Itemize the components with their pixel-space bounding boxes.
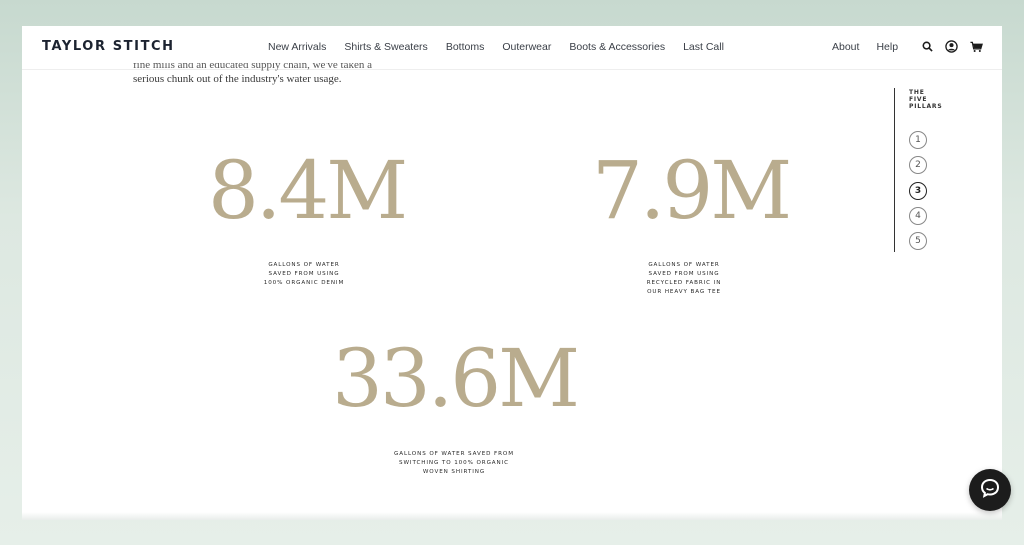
stat-value-organic-denim: 8.4M — [208, 144, 408, 237]
header-icons — [922, 40, 983, 53]
stat-label-line: GALLONS OF WATER — [268, 262, 340, 268]
nav-last-call[interactable]: Last Call — [683, 41, 724, 53]
pillar-5-button[interactable]: 5 — [909, 232, 927, 250]
search-icon[interactable] — [922, 41, 933, 52]
utility-nav: About Help — [832, 41, 898, 53]
chat-button[interactable] — [969, 469, 1011, 511]
nav-new-arrivals[interactable]: New Arrivals — [268, 41, 326, 53]
page: TAYLOR STITCH New Arrivals Shirts & Swea… — [22, 26, 1002, 520]
pillars-title-line: THE — [909, 89, 925, 96]
stat-label-line: WOVEN SHIRTING — [422, 469, 486, 475]
stat-label-woven-shirting: GALLONS OF WATER SAVED FROM SWITCHING TO… — [384, 450, 524, 477]
nav-shirts-sweaters[interactable]: Shirts & Sweaters — [344, 41, 427, 53]
intro-line: serious chunk out of the industry's wate… — [133, 73, 342, 85]
five-pillars-nav: THE FIVE PILLARS 1 2 3 4 5 — [894, 88, 954, 252]
chat-bubble-icon — [979, 477, 1001, 504]
stat-label-line: 100% ORGANIC DENIM — [263, 280, 345, 286]
pillar-1-button[interactable]: 1 — [909, 131, 927, 149]
stat-value-recycled-tee: 7.9M — [592, 144, 792, 237]
pillars-title-line: FIVE — [909, 96, 928, 103]
stat-label-recycled-tee: GALLONS OF WATER SAVED FROM USING RECYCL… — [614, 261, 754, 297]
cart-icon[interactable] — [970, 41, 983, 53]
stat-label-line: RECYCLED FABRIC IN — [646, 280, 722, 286]
stat-value-woven-shirting: 33.6M — [332, 332, 580, 425]
pillar-2-button[interactable]: 2 — [909, 156, 927, 174]
five-pillars-title: THE FIVE PILLARS — [909, 89, 942, 110]
main-nav: New Arrivals Shirts & Sweaters Bottoms O… — [268, 41, 724, 53]
pillar-4-button[interactable]: 4 — [909, 207, 927, 225]
nav-bottoms[interactable]: Bottoms — [446, 41, 485, 53]
nav-boots-accessories[interactable]: Boots & Accessories — [569, 41, 665, 53]
brand-logo[interactable]: TAYLOR STITCH — [42, 39, 175, 54]
stat-label-line: GALLONS OF WATER SAVED FROM — [394, 451, 514, 457]
intro-text: fine mills and an educated supply chain,… — [133, 63, 433, 88]
account-icon[interactable] — [945, 40, 958, 53]
stat-label-line: OUR HEAVY BAG TEE — [647, 289, 721, 295]
stat-label-line: SAVED FROM USING — [648, 271, 720, 277]
stat-label-line: SAVED FROM USING — [268, 271, 340, 277]
intro-line-cut: fine mills and an educated supply chain,… — [133, 63, 373, 71]
nav-about[interactable]: About — [832, 41, 859, 53]
pillar-3-button[interactable]: 3 — [909, 182, 927, 200]
stat-label-line: GALLONS OF WATER — [648, 262, 720, 268]
pillars-title-line: PILLARS — [909, 103, 943, 110]
stat-label-organic-denim: GALLONS OF WATER SAVED FROM USING 100% O… — [234, 261, 374, 288]
nav-help[interactable]: Help — [876, 41, 898, 53]
stat-label-line: SWITCHING TO 100% ORGANIC — [399, 460, 509, 466]
nav-outerwear[interactable]: Outerwear — [502, 41, 551, 53]
page-bottom-fade — [22, 512, 1002, 520]
